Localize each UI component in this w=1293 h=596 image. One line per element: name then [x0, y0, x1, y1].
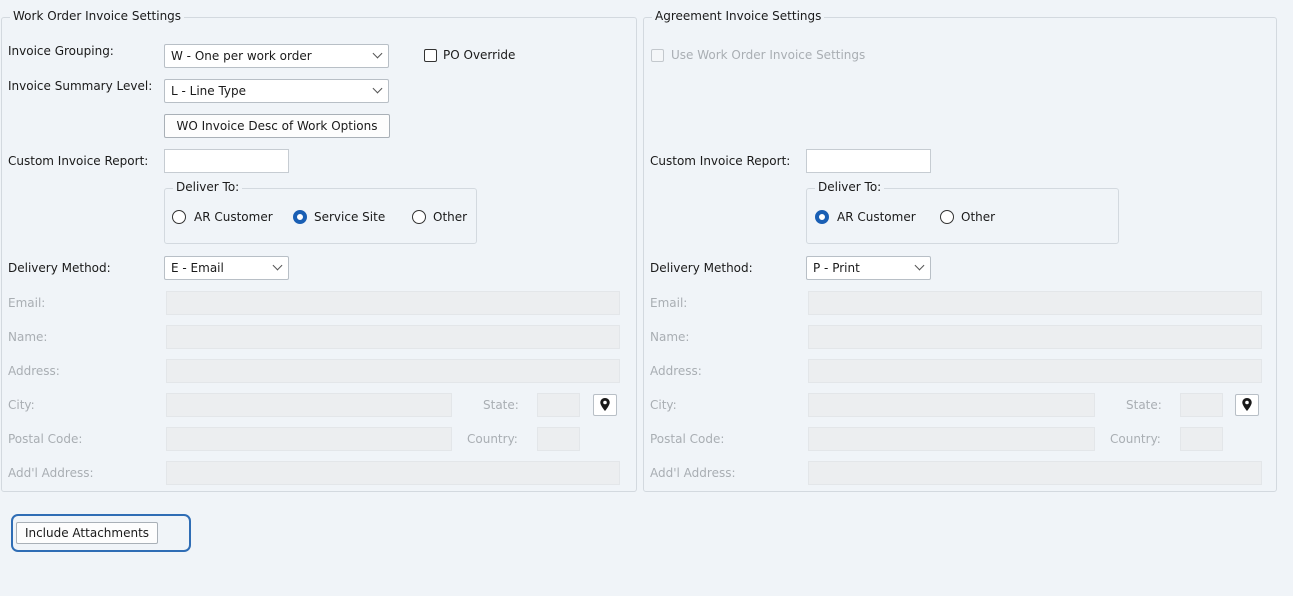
ag-deliver-to-ar-customer-label: AR Customer: [837, 210, 916, 224]
delivery-method-label: Delivery Method:: [8, 261, 111, 275]
invoice-summary-level-select[interactable]: L - Line Type: [164, 79, 389, 103]
invoice-summary-level-value: L - Line Type: [171, 84, 247, 98]
postal-code-input[interactable]: [166, 427, 452, 451]
invoice-grouping-value: W - One per work order: [171, 49, 312, 63]
invoice-grouping-select[interactable]: W - One per work order: [164, 44, 389, 68]
po-override-checkbox[interactable]: [424, 49, 437, 62]
ag-email-input[interactable]: [808, 291, 1262, 315]
email-input[interactable]: [166, 291, 620, 315]
country-label: Country:: [467, 432, 518, 446]
deliver-to-service-site-label: Service Site: [314, 210, 386, 224]
custom-invoice-report-input[interactable]: [164, 149, 289, 173]
deliver-to-service-site-radio[interactable]: [293, 210, 307, 224]
ag-deliver-to-other-label: Other: [961, 210, 996, 224]
address-input[interactable]: [166, 359, 620, 383]
work-order-group-title: Work Order Invoice Settings: [10, 9, 185, 23]
postal-code-label: Postal Code:: [8, 432, 83, 446]
ag-deliver-to-other-radio[interactable]: [940, 210, 954, 224]
use-wo-settings-checkbox[interactable]: [651, 49, 664, 62]
deliver-to-ar-customer-label: AR Customer: [194, 210, 273, 224]
deliver-to-title: Deliver To:: [173, 180, 243, 194]
ag-delivery-method-value: P - Print: [813, 261, 860, 275]
ag-country-input[interactable]: [1180, 427, 1223, 451]
map-pin-button[interactable]: [593, 394, 617, 416]
address-label: Address:: [8, 364, 60, 378]
ag-address-input[interactable]: [808, 359, 1262, 383]
include-attachments-button[interactable]: Include Attachments: [16, 522, 158, 544]
ag-state-input[interactable]: [1180, 393, 1223, 417]
ag-deliver-to-title: Deliver To:: [815, 180, 885, 194]
map-pin-icon: [600, 398, 610, 411]
invoice-summary-level-label: Invoice Summary Level:: [8, 79, 153, 93]
invoice-grouping-label: Invoice Grouping:: [8, 44, 114, 58]
ag-deliver-to-ar-customer-radio[interactable]: [815, 210, 829, 224]
city-label: City:: [8, 398, 35, 412]
addl-address-input[interactable]: [166, 461, 620, 485]
agreement-group-title: Agreement Invoice Settings: [652, 9, 825, 23]
ag-postal-code-input[interactable]: [808, 427, 1095, 451]
email-label: Email:: [8, 296, 46, 310]
po-override-label: PO Override: [443, 48, 516, 62]
chevron-down-icon: [372, 83, 383, 94]
ag-map-pin-button[interactable]: [1235, 394, 1259, 416]
addl-address-label: Add'l Address:: [8, 466, 94, 480]
name-label: Name:: [8, 330, 48, 344]
wo-invoice-desc-button[interactable]: WO Invoice Desc of Work Options: [164, 114, 390, 138]
deliver-to-ar-customer-radio[interactable]: [172, 210, 186, 224]
ag-addl-address-label: Add'l Address:: [650, 466, 736, 480]
ag-delivery-method-select[interactable]: P - Print: [806, 256, 931, 280]
ag-name-input[interactable]: [808, 325, 1262, 349]
ag-postal-code-label: Postal Code:: [650, 432, 725, 446]
state-input[interactable]: [537, 393, 580, 417]
state-label: State:: [483, 398, 519, 412]
delivery-method-select[interactable]: E - Email: [164, 256, 289, 280]
custom-invoice-report-label: Custom Invoice Report:: [8, 154, 149, 168]
city-input[interactable]: [166, 393, 452, 417]
deliver-to-other-label: Other: [433, 210, 468, 224]
ag-country-label: Country:: [1110, 432, 1161, 446]
name-input[interactable]: [166, 325, 620, 349]
chevron-down-icon: [914, 260, 925, 271]
ag-state-label: State:: [1126, 398, 1162, 412]
ag-email-label: Email:: [650, 296, 688, 310]
ag-delivery-method-label: Delivery Method:: [650, 261, 753, 275]
chevron-down-icon: [272, 260, 283, 271]
ag-city-input[interactable]: [808, 393, 1095, 417]
map-pin-icon: [1242, 398, 1252, 411]
ag-name-label: Name:: [650, 330, 690, 344]
delivery-method-value: E - Email: [171, 261, 224, 275]
ag-custom-invoice-report-input[interactable]: [806, 149, 931, 173]
ag-custom-invoice-report-label: Custom Invoice Report:: [650, 154, 791, 168]
country-input[interactable]: [537, 427, 580, 451]
chevron-down-icon: [372, 48, 383, 59]
use-wo-settings-label: Use Work Order Invoice Settings: [671, 48, 866, 62]
ag-addl-address-input[interactable]: [808, 461, 1262, 485]
ag-address-label: Address:: [650, 364, 702, 378]
ag-city-label: City:: [650, 398, 677, 412]
deliver-to-other-radio[interactable]: [412, 210, 426, 224]
agreement-invoice-settings-group: Agreement Invoice Settings: [643, 9, 1277, 492]
